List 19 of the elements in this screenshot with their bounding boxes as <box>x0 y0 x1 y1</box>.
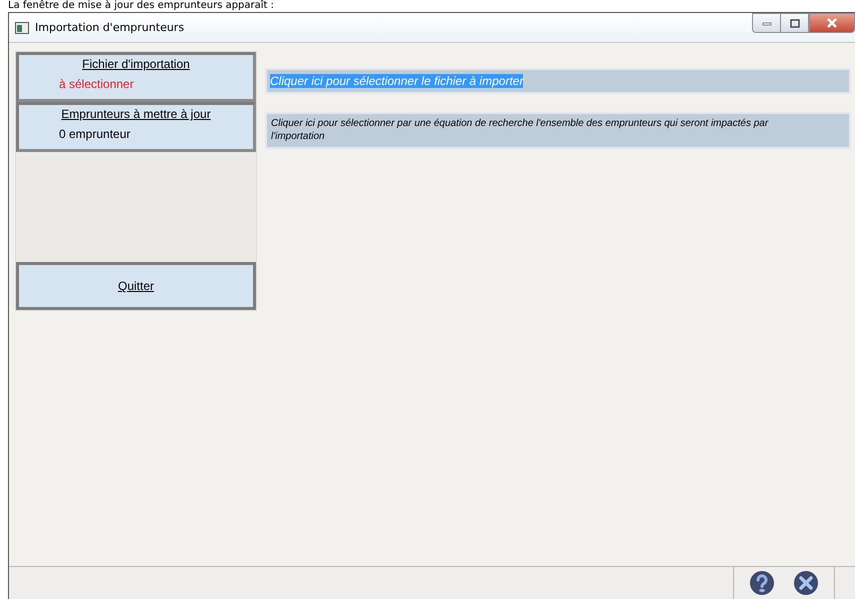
help-icon[interactable] <box>749 570 775 596</box>
maximize-icon <box>790 18 800 28</box>
caption-text: La fenêtre de mise à jour des emprunteurs apparaît : <box>7 0 276 12</box>
info-panel[interactable]: Fichier d'importation à sélectionner <box>16 52 256 102</box>
close-button[interactable] <box>809 13 855 33</box>
quit-button[interactable]: Quitter <box>16 262 256 310</box>
action-text: Cliquer ici pour sélectionner par une équation de recherche l'ensemble des emprunteurs qui seront impactés par l'importation <box>271 118 768 142</box>
action-link[interactable]: Cliquer ici pour sélectionner par une équation de recherche l'ensemble des emprunteurs qui seront impactés par l'importation <box>265 112 851 149</box>
info-panel[interactable]: Emprunteurs à mettre à jour 0 emprunteur <box>16 102 256 152</box>
maximize-button[interactable] <box>780 13 809 33</box>
panel-title: Emprunteurs à mettre à jour <box>61 107 211 121</box>
panel-title: Fichier d'importation <box>82 57 190 71</box>
window-app-icon <box>15 22 29 34</box>
panel-value: 0 emprunteur <box>59 127 130 141</box>
window-title: Importation d'emprunteurs <box>35 21 184 34</box>
close-icon[interactable] <box>793 570 819 596</box>
close-icon <box>826 18 838 28</box>
minimize-icon <box>762 20 772 26</box>
panel-value: à sélectionner <box>59 77 134 91</box>
